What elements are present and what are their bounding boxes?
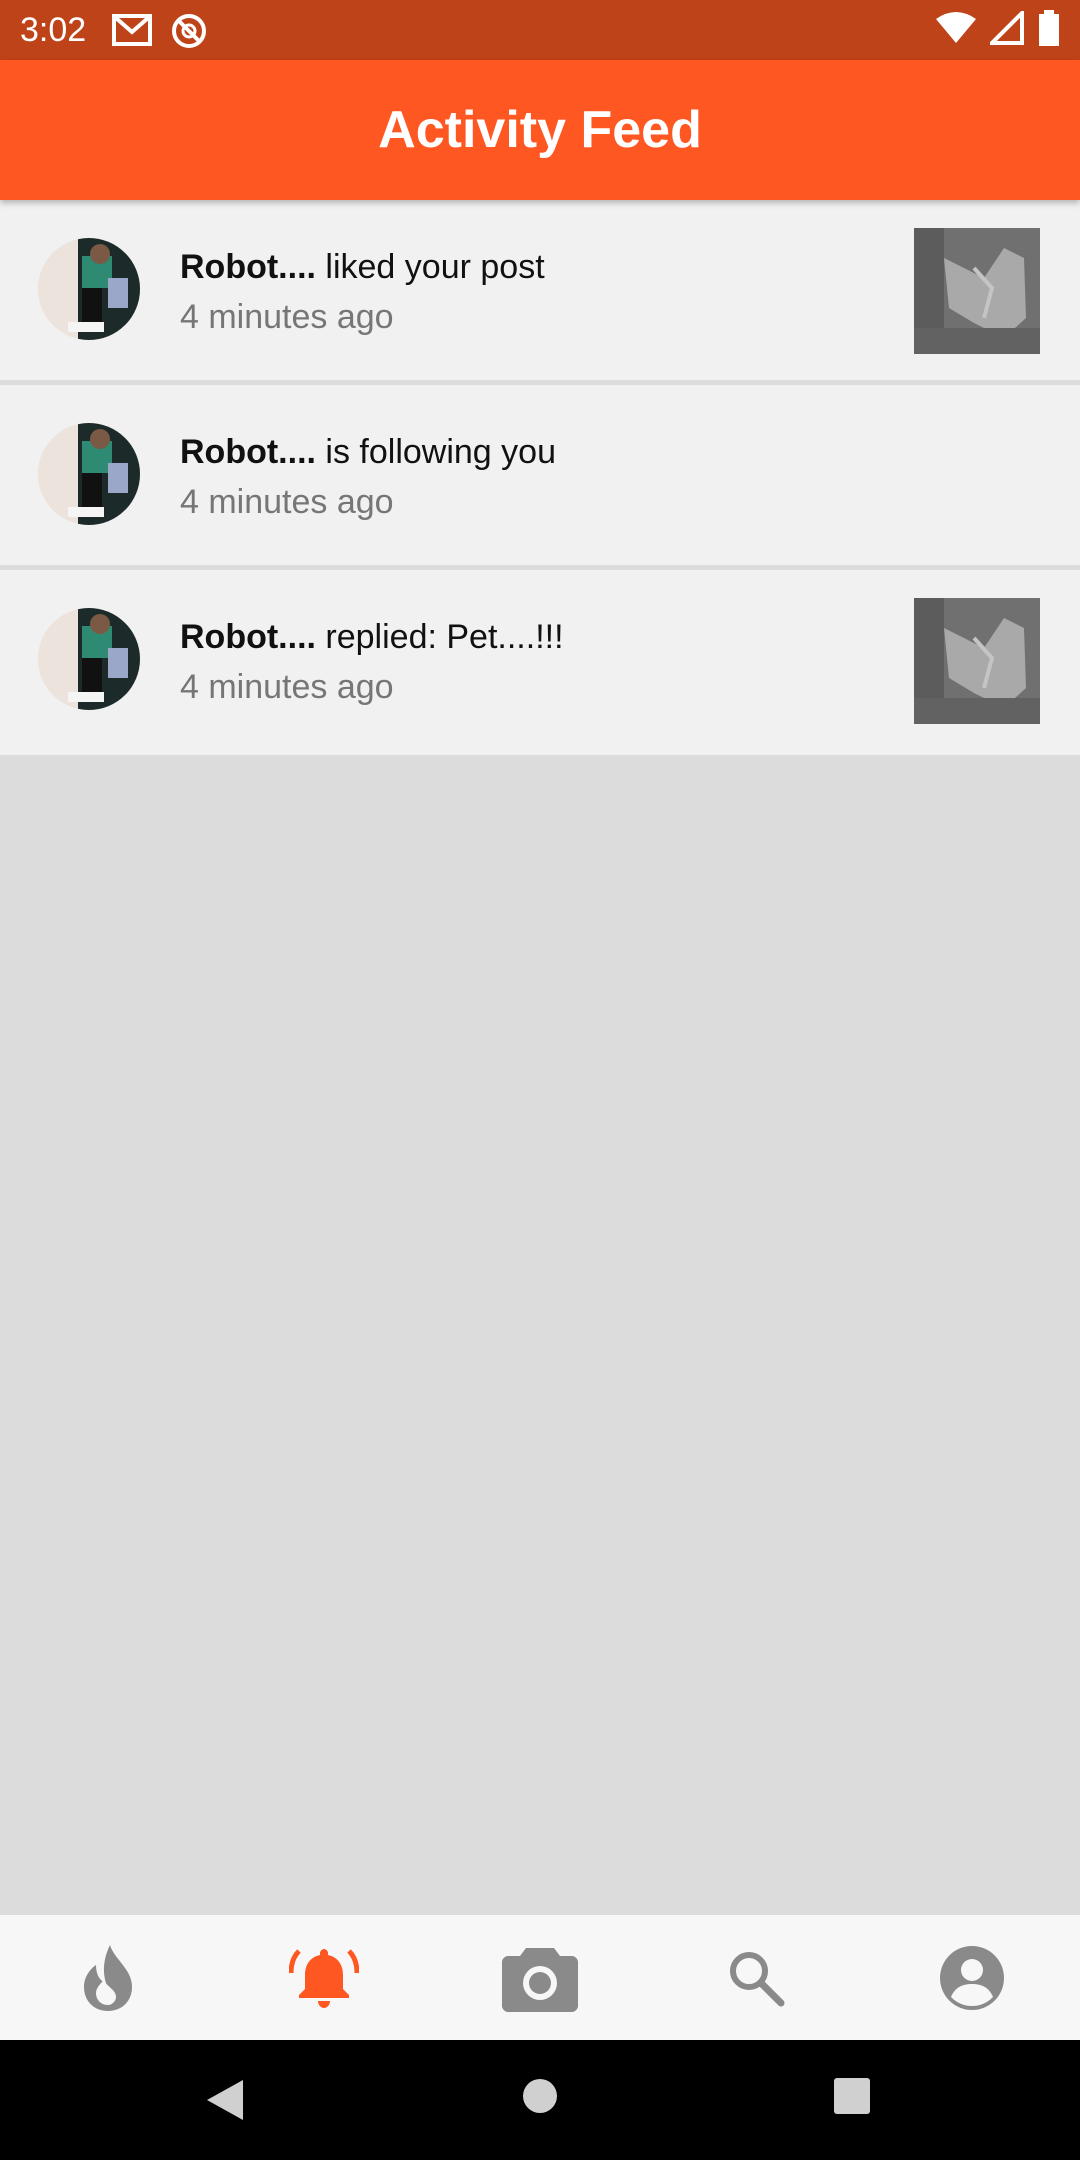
activity-feed-list: Robot.... liked your post 4 minutes ago: [0, 200, 1080, 755]
gmail-icon: [112, 14, 152, 46]
back-icon[interactable]: [205, 2078, 245, 2122]
status-time: 3:02: [20, 11, 87, 49]
feed-item-time: 4 minutes ago: [180, 298, 394, 336]
battery-icon: [1039, 10, 1059, 46]
search-icon: [730, 1951, 785, 2006]
camera-icon: [502, 1947, 578, 2012]
feed-item-action: replied: Pet....!!!: [315, 618, 564, 656]
feed-item-text: Robot.... replied: Pet....!!! 4 minutes …: [180, 612, 880, 712]
status-system-icons: [936, 10, 1060, 46]
page-title: Activity Feed: [378, 101, 702, 159]
nav-item-upload[interactable]: [470, 1923, 610, 2033]
sync-blocked-icon: [172, 14, 206, 48]
bell-icon: [289, 1948, 359, 2008]
post-thumbnail[interactable]: [914, 598, 1040, 724]
account-icon: [940, 1945, 1004, 2010]
feed-item-username[interactable]: Robot....: [180, 248, 316, 286]
feed-item-username[interactable]: Robot....: [180, 618, 316, 656]
home-icon[interactable]: [522, 2078, 558, 2114]
wifi-icon: [936, 12, 976, 43]
recents-icon[interactable]: [834, 2078, 870, 2114]
feed-item-text: Robot.... liked your post 4 minutes ago: [180, 242, 880, 342]
feed-item-time: 4 minutes ago: [180, 668, 394, 706]
feed-item-message: Robot.... is following you: [180, 427, 880, 477]
feed-item[interactable]: Robot.... is following you 4 minutes ago: [0, 385, 1080, 570]
feed-item-action: is following you: [315, 433, 556, 471]
app-bar: Activity Feed: [0, 60, 1080, 200]
signal-icon: [990, 11, 1024, 45]
avatar[interactable]: [38, 608, 140, 710]
feed-item-message: Robot.... liked your post: [180, 242, 880, 292]
avatar[interactable]: [38, 238, 140, 340]
nav-item-activity-feed[interactable]: [254, 1923, 394, 2033]
feed-item[interactable]: Robot.... replied: Pet....!!! 4 minutes …: [0, 570, 1080, 755]
feed-item-action: liked your post: [315, 248, 545, 286]
nav-item-search[interactable]: [686, 1923, 826, 2033]
feed-item-message: Robot.... replied: Pet....!!!: [180, 612, 880, 662]
bottom-nav: [0, 1915, 1080, 2040]
feed-item[interactable]: Robot.... liked your post 4 minutes ago: [0, 200, 1080, 385]
system-nav-bar: [0, 2040, 1080, 2160]
avatar[interactable]: [38, 423, 140, 525]
nav-item-profile[interactable]: [902, 1923, 1042, 2033]
status-notification-icons: [112, 12, 208, 50]
feed-item-text: Robot.... is following you 4 minutes ago: [180, 427, 880, 527]
nav-item-timeline[interactable]: [38, 1923, 178, 2033]
feed-item-username[interactable]: Robot....: [180, 433, 316, 471]
post-thumbnail[interactable]: [914, 228, 1040, 354]
status-bar: 3:02: [0, 0, 1080, 60]
feed-item-time: 4 minutes ago: [180, 483, 394, 521]
fire-icon: [84, 1944, 132, 2011]
